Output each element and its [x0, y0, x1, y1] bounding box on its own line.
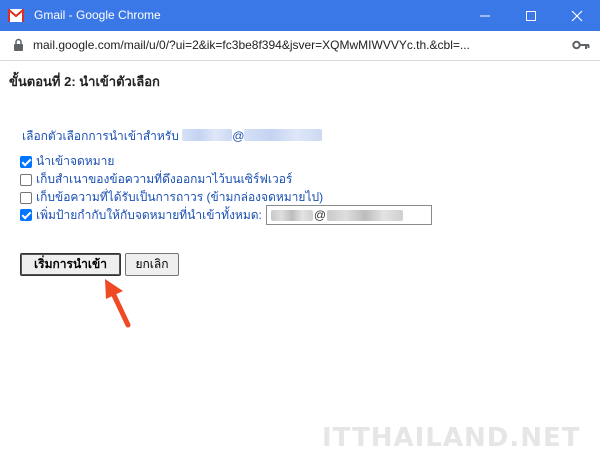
cancel-button[interactable]: ยกเลิก [125, 253, 179, 276]
option-add-label[interactable]: เพิ่มป้ายกำกับให้กับจดหมายที่นำเข้าทั้งห… [20, 205, 432, 225]
watermark: ITTHAILAND.NET [322, 423, 581, 453]
close-button[interactable] [554, 0, 600, 31]
url-text[interactable]: mail.google.com/mail/u/0/?ui=2&ik=fc3be8… [33, 38, 563, 52]
select-options-label: เลือกตัวเลือกการนำเข้าสำหรับ [22, 129, 179, 143]
redacted-email-domain [244, 129, 323, 141]
minimize-button[interactable] [462, 0, 508, 31]
option-label[interactable]: นำเข้าจดหมาย [36, 152, 114, 171]
redacted-label-domain [327, 209, 404, 221]
keep-copy-checkbox[interactable] [20, 173, 32, 186]
label-at-symbol: @ [313, 208, 327, 222]
lock-icon [14, 38, 23, 51]
import-mail-checkbox[interactable] [20, 155, 32, 168]
option-label[interactable]: เก็บสำเนาของข้อความที่ดึงออกมาไว้บนเซิร์… [36, 170, 292, 189]
redacted-email-user [182, 129, 233, 141]
address-bar[interactable]: mail.google.com/mail/u/0/?ui=2&ik=fc3be8… [0, 31, 600, 61]
maximize-icon [526, 11, 536, 21]
add-label-checkbox[interactable] [20, 209, 32, 221]
archive-checkbox[interactable] [20, 191, 32, 204]
page-title: ขั้นตอนที่ 2: นำเข้าตัวเลือก [9, 74, 160, 89]
key-icon[interactable] [572, 40, 590, 50]
minimize-icon [480, 15, 490, 17]
window-title: Gmail - Google Chrome [34, 8, 161, 22]
option-import-mail[interactable]: นำเข้าจดหมาย [20, 152, 114, 171]
start-import-button[interactable]: เริ่มการนำเข้า [20, 253, 121, 276]
email-at-symbol: @ [232, 129, 245, 143]
import-options-heading: เลือกตัวเลือกการนำเข้าสำหรับ @ [22, 127, 323, 146]
redacted-label-user [270, 209, 313, 221]
close-icon [571, 10, 583, 22]
gmail-icon [8, 9, 24, 22]
option-keep-copy-on-server[interactable]: เก็บสำเนาของข้อความที่ดึงออกมาไว้บนเซิร์… [20, 170, 292, 189]
label-name-input[interactable]: @ [265, 205, 432, 225]
option-label[interactable]: เพิ่มป้ายกำกับให้กับจดหมายที่นำเข้าทั้งห… [36, 206, 262, 225]
maximize-button[interactable] [508, 0, 554, 31]
window-titlebar: Gmail - Google Chrome [0, 0, 600, 31]
arrow-annotation-icon [105, 279, 131, 328]
